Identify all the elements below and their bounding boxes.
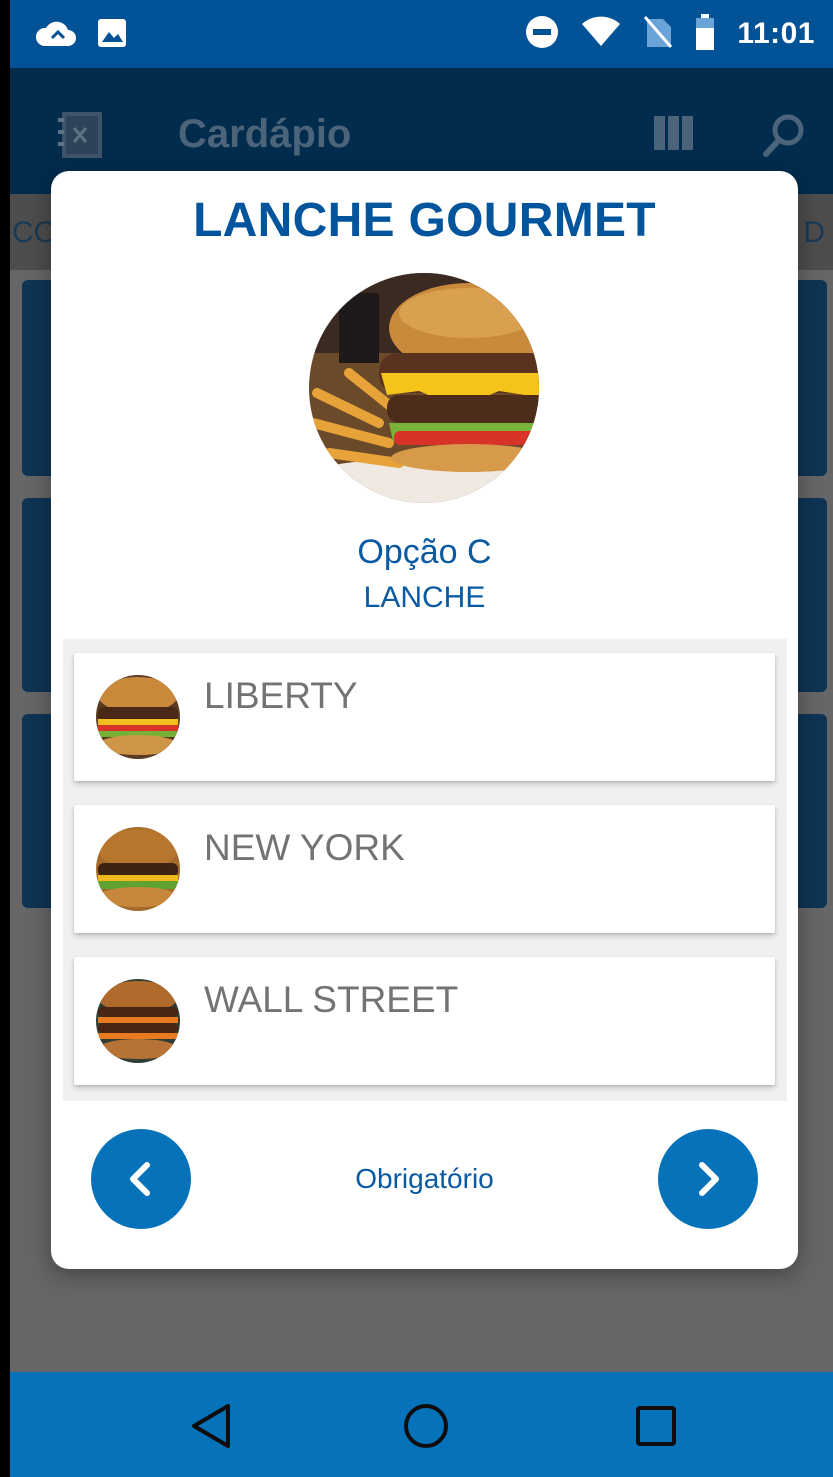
dialog-footer: Obrigatório bbox=[51, 1129, 798, 1229]
chevron-right-icon bbox=[699, 1162, 719, 1196]
product-dialog: LANCHE GOURMET Opção C LANCHE LIBERTY NE… bbox=[51, 171, 798, 1269]
menu-book-icon[interactable] bbox=[52, 110, 108, 165]
navigation-bar bbox=[10, 1372, 833, 1477]
list-item[interactable]: WALL STREET bbox=[74, 957, 775, 1085]
battery-icon bbox=[695, 13, 715, 55]
status-time: 11:01 bbox=[737, 17, 815, 50]
status-bar: 11:01 bbox=[10, 0, 833, 68]
image-icon bbox=[96, 17, 128, 54]
list-item[interactable]: LIBERTY bbox=[74, 653, 775, 781]
options-list: LIBERTY NEW YORK WALL STREET bbox=[63, 639, 787, 1101]
product-image bbox=[309, 273, 539, 503]
view-columns-icon[interactable] bbox=[654, 116, 694, 155]
do-not-disturb-icon bbox=[525, 15, 559, 54]
option-label: LIBERTY bbox=[204, 675, 358, 716]
wifi-icon bbox=[581, 16, 621, 53]
back-icon[interactable] bbox=[186, 1402, 234, 1450]
home-icon[interactable] bbox=[402, 1402, 450, 1450]
recents-icon[interactable] bbox=[632, 1402, 680, 1450]
burger-thumbnail bbox=[96, 827, 180, 911]
option-label: WALL STREET bbox=[204, 979, 459, 1020]
dialog-title: LANCHE GOURMET bbox=[193, 194, 656, 247]
no-sim-icon bbox=[643, 15, 673, 54]
option-label: NEW YORK bbox=[204, 827, 405, 868]
option-subtitle: Opção C bbox=[357, 533, 492, 571]
screen: 11:01 Cardápio CO M D bbox=[0, 0, 833, 1477]
next-button[interactable] bbox=[658, 1129, 758, 1229]
burger-thumbnail bbox=[96, 979, 180, 1063]
search-icon[interactable] bbox=[762, 112, 808, 163]
burger-thumbnail bbox=[96, 675, 180, 759]
product-category: LANCHE bbox=[363, 581, 486, 614]
app-title: Cardápio bbox=[178, 112, 352, 156]
list-item[interactable]: NEW YORK bbox=[74, 805, 775, 933]
cloud-icon bbox=[34, 18, 76, 53]
